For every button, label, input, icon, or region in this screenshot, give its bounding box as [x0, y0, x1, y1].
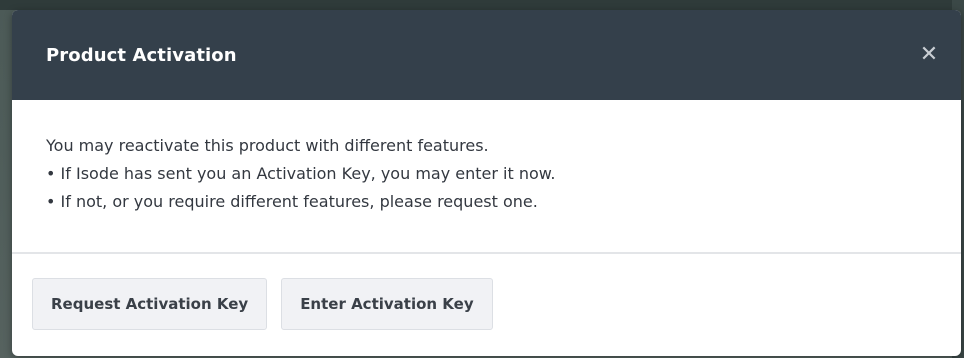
bullet-item-request-key: • If not, or you require different featu… [46, 188, 927, 216]
bullet-item-enter-key: • If Isode has sent you an Activation Ke… [46, 160, 927, 188]
dialog-body: You may reactivate this product with dif… [12, 100, 961, 252]
bullet-icon: • [46, 164, 56, 183]
product-activation-dialog: Product Activation ✕ You may reactivate … [12, 10, 961, 356]
dialog-message: You may reactivate this product with dif… [46, 136, 489, 155]
bullet-icon: • [46, 192, 56, 211]
bullet-text: If not, or you require different feature… [60, 192, 538, 211]
background-app-toolbar [0, 0, 964, 10]
dialog-title: Product Activation [46, 44, 237, 66]
close-icon[interactable]: ✕ [917, 43, 941, 67]
dialog-footer: Request Activation Key Enter Activation … [12, 254, 961, 330]
enter-activation-key-button[interactable]: Enter Activation Key [281, 278, 493, 330]
bullet-text: If Isode has sent you an Activation Key,… [60, 164, 556, 183]
request-activation-key-button[interactable]: Request Activation Key [32, 278, 268, 330]
dialog-header: Product Activation ✕ [12, 10, 961, 100]
